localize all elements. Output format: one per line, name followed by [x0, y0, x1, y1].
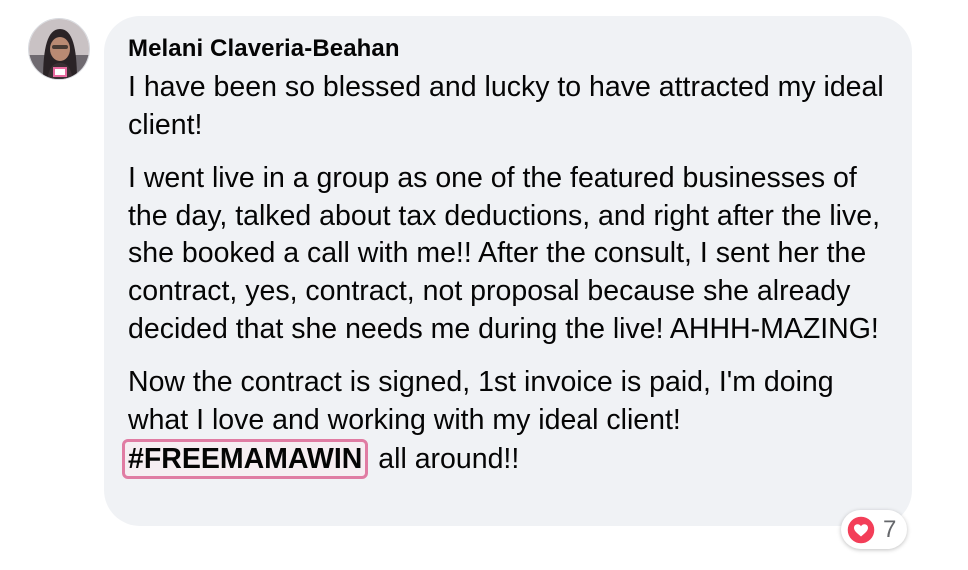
- author-avatar[interactable]: [28, 18, 90, 80]
- heart-icon: [846, 514, 876, 545]
- comment-bubble: Melani Claveria-Beahan I have been so bl…: [104, 16, 912, 526]
- reaction-summary[interactable]: 7: [841, 510, 907, 549]
- comment-paragraph-2: I went live in a group as one of the fea…: [128, 162, 881, 345]
- comment-paragraph-3: Now the contract is signed, 1st invoice …: [122, 364, 888, 480]
- avatar-image: [29, 19, 89, 79]
- hashtag-trailing-text: all around!!: [370, 443, 520, 476]
- comment-paragraph-3-text: Now the contract is signed, 1st invoice …: [128, 366, 834, 436]
- comment-paragraph-1: I have been so blessed and lucky to have…: [128, 71, 884, 141]
- reaction-count: 7: [883, 515, 897, 543]
- author-name[interactable]: Melani Claveria-Beahan: [128, 34, 888, 64]
- hashtag-link[interactable]: #FREEMAMAWIN: [122, 439, 369, 480]
